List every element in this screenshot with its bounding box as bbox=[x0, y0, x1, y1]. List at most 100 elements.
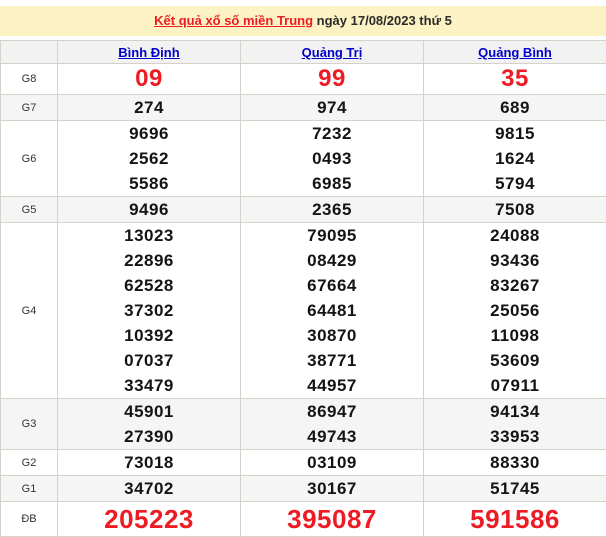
prize-label-g3: G3 bbox=[1, 399, 58, 450]
result-number: 07911 bbox=[424, 373, 606, 398]
result-number: 73018 bbox=[58, 450, 240, 475]
result-number: 0493 bbox=[241, 146, 423, 171]
prize-row-g3: G3459012739086947497439413433953 bbox=[1, 399, 606, 450]
result-number: 30870 bbox=[241, 323, 423, 348]
result-number: 395087 bbox=[241, 502, 423, 536]
result-number: 7232 bbox=[241, 121, 423, 146]
result-number: 6985 bbox=[241, 171, 423, 196]
prize-label-g8: G8 bbox=[1, 64, 58, 95]
lottery-results-table: Bình Định Quảng Trị Quảng Bình G8099935G… bbox=[0, 40, 606, 537]
prize-label-g1: G1 bbox=[1, 476, 58, 502]
header-cell-quang-tri: Quảng Trị bbox=[241, 41, 424, 64]
result-cell: 591586 bbox=[424, 502, 606, 537]
result-number: 5794 bbox=[424, 171, 606, 196]
result-cell: 723204936985 bbox=[241, 121, 424, 197]
result-number: 205223 bbox=[58, 502, 240, 536]
result-cell: 51745 bbox=[424, 476, 606, 502]
result-number: 13023 bbox=[58, 223, 240, 248]
result-number: 09 bbox=[58, 64, 240, 94]
result-number: 34702 bbox=[58, 476, 240, 501]
result-number: 53609 bbox=[424, 348, 606, 373]
result-cell: 969625625586 bbox=[58, 121, 241, 197]
prize-row-g5: G5949623657508 bbox=[1, 197, 606, 223]
header-cell-quang-binh: Quảng Bình bbox=[424, 41, 606, 64]
result-cell: 79095084296766464481308703877144957 bbox=[241, 223, 424, 399]
result-cell: 09 bbox=[58, 64, 241, 95]
result-number: 2562 bbox=[58, 146, 240, 171]
result-number: 94134 bbox=[424, 399, 606, 424]
result-number: 37302 bbox=[58, 298, 240, 323]
result-number: 35 bbox=[424, 64, 606, 94]
result-cell: 34702 bbox=[58, 476, 241, 502]
result-number: 10392 bbox=[58, 323, 240, 348]
result-number: 5586 bbox=[58, 171, 240, 196]
result-cell: 7508 bbox=[424, 197, 606, 223]
result-number: 51745 bbox=[424, 476, 606, 501]
prize-label-g6: G6 bbox=[1, 121, 58, 197]
result-cell: 395087 bbox=[241, 502, 424, 537]
result-number: 30167 bbox=[241, 476, 423, 501]
result-cell: 30167 bbox=[241, 476, 424, 502]
title-banner: Kết quả xổ số miền Trung ngày 17/08/2023… bbox=[0, 6, 606, 36]
result-number: 25056 bbox=[424, 298, 606, 323]
result-cell: 8694749743 bbox=[241, 399, 424, 450]
result-cell: 981516245794 bbox=[424, 121, 606, 197]
result-number: 64481 bbox=[241, 298, 423, 323]
prize-label-g5: G5 bbox=[1, 197, 58, 223]
result-cell: 24088934368326725056110985360907911 bbox=[424, 223, 606, 399]
result-number: 11098 bbox=[424, 323, 606, 348]
result-number: 689 bbox=[424, 95, 606, 120]
result-number: 27390 bbox=[58, 424, 240, 449]
result-number: 08429 bbox=[241, 248, 423, 273]
prize-label-db: ĐB bbox=[1, 502, 58, 537]
province-link-binh-dinh[interactable]: Bình Định bbox=[118, 45, 179, 60]
result-cell: 689 bbox=[424, 95, 606, 121]
prize-label-g7: G7 bbox=[1, 95, 58, 121]
prize-row-g8: G8099935 bbox=[1, 64, 606, 95]
header-row: Bình Định Quảng Trị Quảng Bình bbox=[1, 41, 606, 64]
result-number: 83267 bbox=[424, 273, 606, 298]
province-link-quang-binh[interactable]: Quảng Bình bbox=[478, 45, 552, 60]
title-date: ngày 17/08/2023 thứ 5 bbox=[313, 13, 452, 28]
result-cell: 4590127390 bbox=[58, 399, 241, 450]
result-number: 07037 bbox=[58, 348, 240, 373]
prize-row-g7: G7274974689 bbox=[1, 95, 606, 121]
prize-row-g1: G1347023016751745 bbox=[1, 476, 606, 502]
result-number: 9696 bbox=[58, 121, 240, 146]
result-cell: 974 bbox=[241, 95, 424, 121]
prize-row-g4: G413023228966252837302103920703733479790… bbox=[1, 223, 606, 399]
prize-label-g4: G4 bbox=[1, 223, 58, 399]
result-cell: 205223 bbox=[58, 502, 241, 537]
result-number: 24088 bbox=[424, 223, 606, 248]
result-cell: 03109 bbox=[241, 450, 424, 476]
result-cell: 35 bbox=[424, 64, 606, 95]
result-number: 45901 bbox=[58, 399, 240, 424]
result-number: 33479 bbox=[58, 373, 240, 398]
prize-row-g2: G2730180310988330 bbox=[1, 450, 606, 476]
result-number: 2365 bbox=[241, 197, 423, 222]
result-number: 62528 bbox=[58, 273, 240, 298]
result-number: 38771 bbox=[241, 348, 423, 373]
result-number: 86947 bbox=[241, 399, 423, 424]
result-cell: 2365 bbox=[241, 197, 424, 223]
result-number: 49743 bbox=[241, 424, 423, 449]
result-number: 22896 bbox=[58, 248, 240, 273]
result-number: 1624 bbox=[424, 146, 606, 171]
result-cell: 9413433953 bbox=[424, 399, 606, 450]
result-number: 88330 bbox=[424, 450, 606, 475]
result-number: 99 bbox=[241, 64, 423, 94]
result-cell: 73018 bbox=[58, 450, 241, 476]
result-number: 93436 bbox=[424, 248, 606, 273]
header-cell-binh-dinh: Bình Định bbox=[58, 41, 241, 64]
prize-label-g2: G2 bbox=[1, 450, 58, 476]
province-link-quang-tri[interactable]: Quảng Trị bbox=[302, 45, 363, 60]
result-number: 44957 bbox=[241, 373, 423, 398]
title-link[interactable]: Kết quả xổ số miền Trung bbox=[154, 13, 313, 28]
result-number: 79095 bbox=[241, 223, 423, 248]
result-number: 274 bbox=[58, 95, 240, 120]
result-number: 03109 bbox=[241, 450, 423, 475]
result-number: 591586 bbox=[424, 502, 606, 536]
result-number: 33953 bbox=[424, 424, 606, 449]
result-cell: 13023228966252837302103920703733479 bbox=[58, 223, 241, 399]
result-number: 974 bbox=[241, 95, 423, 120]
